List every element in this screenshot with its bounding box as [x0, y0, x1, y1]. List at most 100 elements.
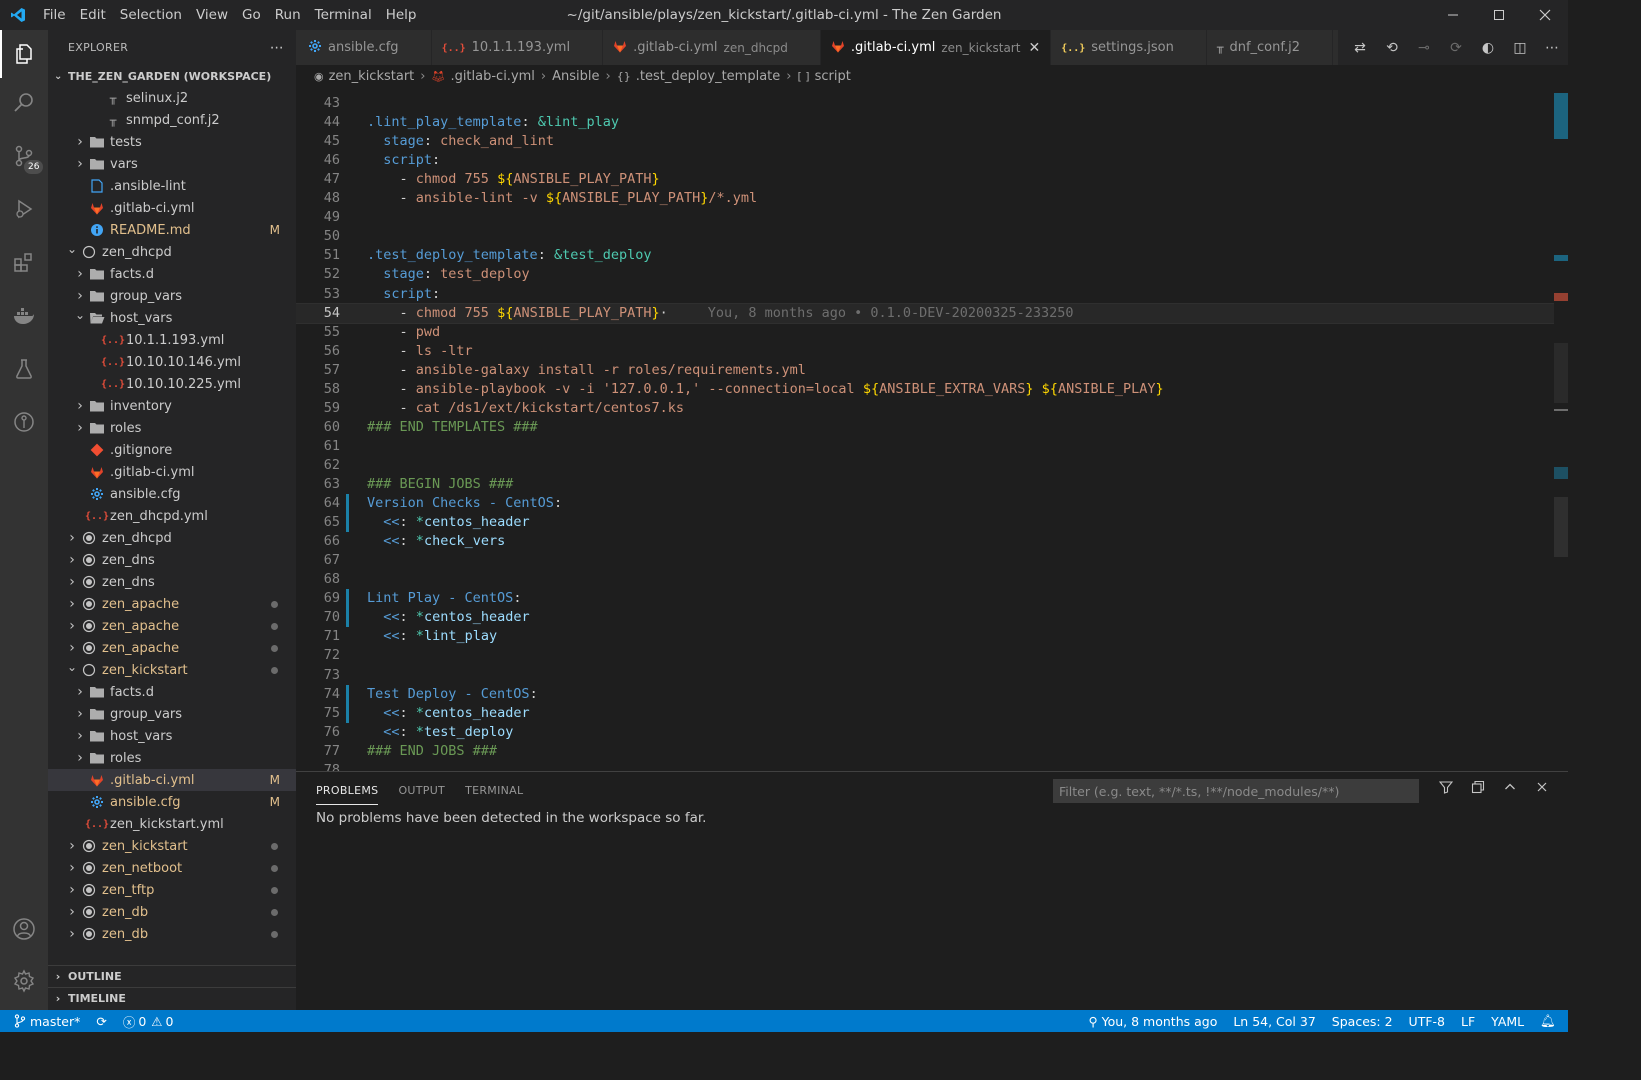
tree-file[interactable]: .gitlab-ci.yml: [48, 461, 296, 483]
branch-status[interactable]: master*: [0, 1010, 88, 1032]
tree-file[interactable]: ╥ selinux.j2: [48, 87, 296, 109]
code-line[interactable]: 47 - chmod 755 ${ANSIBLE_PLAY_PATH}: [296, 170, 1554, 189]
tree-file[interactable]: {..} zen_dhcpd.yml: [48, 505, 296, 527]
code-line[interactable]: 64 Version Checks - CentOS:: [296, 494, 1554, 514]
code-line[interactable]: 72: [296, 646, 1554, 665]
tree-file[interactable]: .gitlab-ci.yml M: [48, 769, 296, 791]
more-actions-icon[interactable]: ⋯: [270, 40, 284, 56]
breadcrumb-symbol[interactable]: .test_deploy_template: [636, 69, 781, 84]
code-line[interactable]: 62: [296, 456, 1554, 475]
source-control-icon[interactable]: 26: [0, 132, 48, 180]
menu-go[interactable]: Go: [235, 0, 268, 30]
modified-line-marker[interactable]: [346, 684, 349, 704]
editor-tab[interactable]: {..} settings.json: [1051, 30, 1207, 65]
previous-revision-icon[interactable]: ⟲: [1376, 40, 1408, 56]
close-panel-icon[interactable]: [1526, 780, 1558, 798]
tree-folder[interactable]: › facts.d: [48, 681, 296, 703]
close-window-button[interactable]: [1522, 0, 1568, 30]
tree-file[interactable]: README.md M: [48, 219, 296, 241]
breadcrumb-repo[interactable]: zen_kickstart: [329, 69, 415, 84]
code-line[interactable]: 43: [296, 94, 1554, 113]
encoding[interactable]: UTF-8: [1401, 1010, 1453, 1032]
tree-file[interactable]: {..} 10.10.10.225.yml: [48, 373, 296, 395]
code-line[interactable]: 60 ### END TEMPLATES ###: [296, 418, 1554, 437]
code-editor[interactable]: 43 44 .lint_play_template: &lint_play 45 st…: [296, 87, 1568, 771]
tab-problems[interactable]: PROBLEMS: [316, 776, 379, 805]
docker-icon[interactable]: [0, 292, 48, 340]
more-icon[interactable]: ⋯: [1536, 40, 1568, 56]
commit-icon[interactable]: ⊸: [1408, 40, 1440, 56]
outline-section[interactable]: › OUTLINE: [48, 965, 296, 987]
end-of-line[interactable]: LF: [1453, 1010, 1483, 1032]
code-line[interactable]: 63 ### BEGIN JOBS ###: [296, 475, 1554, 494]
tree-folder[interactable]: › zen_db: [48, 923, 296, 945]
extensions-icon[interactable]: [0, 239, 48, 287]
editor-tab[interactable]: .gitlab-ci.yml zen_kickstart ✕: [820, 30, 1052, 65]
code-line[interactable]: 53 script:: [296, 285, 1554, 304]
close-tab-icon[interactable]: ✕: [1028, 40, 1040, 56]
modified-line-marker[interactable]: [346, 513, 349, 533]
code-line[interactable]: 51 .test_deploy_template: &test_deploy: [296, 246, 1554, 265]
minimize-button[interactable]: [1430, 0, 1476, 30]
code-line[interactable]: 52 stage: test_deploy: [296, 265, 1554, 284]
tree-folder[interactable]: › group_vars: [48, 703, 296, 725]
editor-tab[interactable]: ansible.cfg: [296, 30, 432, 65]
code-line[interactable]: 50: [296, 227, 1554, 246]
code-line[interactable]: 58 - ansible-playbook -v -i '127.0.0.1,'…: [296, 380, 1554, 399]
explorer-icon[interactable]: [0, 30, 48, 78]
tree-folder[interactable]: › inventory: [48, 395, 296, 417]
problems-filter-input[interactable]: [1053, 779, 1419, 803]
modified-line-marker[interactable]: [346, 608, 349, 628]
code-line[interactable]: 56 - ls -ltr: [296, 342, 1554, 361]
code-line[interactable]: 65 <<: *centos_header: [296, 513, 1554, 533]
collapse-all-icon[interactable]: [1462, 780, 1494, 798]
next-revision-icon[interactable]: ⟳: [1440, 40, 1472, 56]
tree-file[interactable]: {..} 10.10.10.146.yml: [48, 351, 296, 373]
cursor-position[interactable]: Ln 54, Col 37: [1225, 1010, 1323, 1032]
code-line[interactable]: 73: [296, 666, 1554, 685]
menu-terminal[interactable]: Terminal: [308, 0, 379, 30]
test-icon[interactable]: [0, 345, 48, 393]
modified-line-marker[interactable]: [346, 589, 349, 609]
open-changes-icon[interactable]: ⇄: [1344, 40, 1376, 56]
tree-folder[interactable]: › zen_tftp: [48, 879, 296, 901]
tree-folder[interactable]: › zen_kickstart: [48, 835, 296, 857]
blame-toggle-icon[interactable]: ◐: [1472, 40, 1504, 56]
breadcrumb-language[interactable]: Ansible: [552, 69, 599, 84]
tree-folder[interactable]: › zen_netboot: [48, 857, 296, 879]
indentation[interactable]: Spaces: 2: [1324, 1010, 1401, 1032]
code-line[interactable]: 57 - ansible-galaxy install -r roles/req…: [296, 361, 1554, 380]
code-line[interactable]: 70 <<: *centos_header: [296, 608, 1554, 628]
code-line[interactable]: 67: [296, 551, 1554, 570]
code-line[interactable]: 59 - cat /ds1/ext/kickstart/centos7.ks: [296, 399, 1554, 418]
account-icon[interactable]: [0, 905, 48, 953]
run-debug-icon[interactable]: [0, 185, 48, 233]
code-line[interactable]: 44 .lint_play_template: &lint_play: [296, 113, 1554, 132]
editor-tab[interactable]: {..} 10.1.1.193.yml: [431, 30, 604, 65]
tree-folder[interactable]: › zen_dns: [48, 571, 296, 593]
tree-folder[interactable]: › tests: [48, 131, 296, 153]
workspace-header[interactable]: ⌄ THE_ZEN_GARDEN (WORKSPACE): [48, 65, 296, 87]
tree-folder[interactable]: › zen_dhcpd: [48, 527, 296, 549]
notifications-bell-icon[interactable]: 🔔︎: [1532, 1010, 1568, 1032]
code-line[interactable]: 55 - pwd: [296, 323, 1554, 342]
tree-file[interactable]: ╥ snmpd_conf.j2: [48, 109, 296, 131]
tree-folder[interactable]: › roles: [48, 417, 296, 439]
code-line[interactable]: 61: [296, 437, 1554, 456]
gitlens-icon[interactable]: [0, 398, 48, 446]
tab-output[interactable]: OUTPUT: [398, 776, 445, 804]
tree-folder[interactable]: › zen_apache: [48, 637, 296, 659]
code-line[interactable]: 77 ### END JOBS ###: [296, 742, 1554, 761]
tree-folder[interactable]: › vars: [48, 153, 296, 175]
code-line[interactable]: 66 <<: *check_vers: [296, 532, 1554, 551]
tree-file[interactable]: {..} zen_kickstart.yml: [48, 813, 296, 835]
tree-folder[interactable]: › zen_dns: [48, 549, 296, 571]
code-line[interactable]: 74 Test Deploy - CentOS:: [296, 684, 1554, 704]
tree-folder[interactable]: ⌄ zen_kickstart: [48, 659, 296, 681]
timeline-section[interactable]: › TIMELINE: [48, 987, 296, 1009]
tree-folder[interactable]: › zen_apache: [48, 615, 296, 637]
settings-gear-icon[interactable]: [0, 957, 48, 1005]
editor-tab[interactable]: .gitlab-ci.yml zen_dhcpd: [603, 30, 821, 65]
code-line[interactable]: 69 Lint Play - CentOS:: [296, 589, 1554, 609]
blame-status[interactable]: ⚲ You, 8 months ago: [1080, 1010, 1225, 1032]
